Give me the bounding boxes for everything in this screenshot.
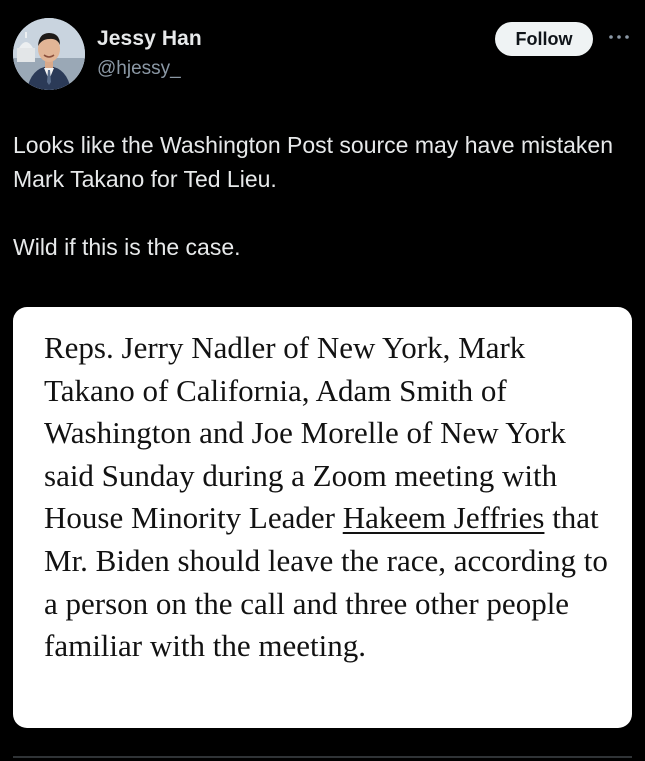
more-horizontal-icon[interactable] xyxy=(607,30,631,44)
tweet-paragraph: Looks like the Washington Post source ma… xyxy=(13,132,613,192)
follow-button[interactable]: Follow xyxy=(495,22,593,56)
tweet-header: Jessy Han @hjessy_ Follow xyxy=(0,0,645,100)
author-name[interactable]: Jessy Han xyxy=(97,27,202,51)
author-handle[interactable]: @hjessy_ xyxy=(97,58,181,80)
avatar[interactable] xyxy=(13,18,85,90)
quote-link-hakeem-jeffries: Hakeem Jeffries xyxy=(342,500,545,536)
divider xyxy=(13,756,632,758)
avatar-photo xyxy=(13,18,85,90)
quoted-article-text: Reps. Jerry Nadler of New York, Mark Tak… xyxy=(44,327,614,668)
quoted-article-image[interactable]: Reps. Jerry Nadler of New York, Mark Tak… xyxy=(13,307,632,728)
tweet-text: Looks like the Washington Post source ma… xyxy=(13,128,628,264)
tweet-paragraph: Wild if this is the case. xyxy=(13,234,241,260)
